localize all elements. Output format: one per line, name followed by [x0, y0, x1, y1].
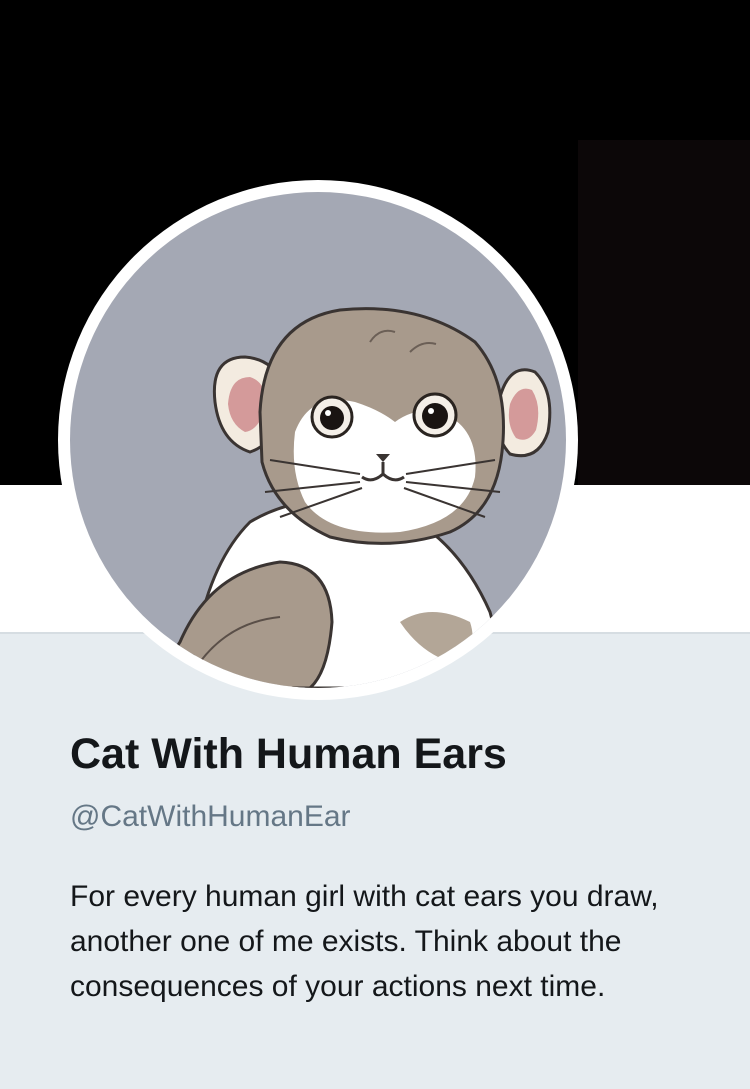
profile-bio: For every human girl with cat ears you d… — [70, 880, 659, 1003]
cat-avatar-icon — [163, 307, 552, 688]
avatar[interactable] — [70, 192, 566, 688]
avatar-ring[interactable] — [58, 180, 578, 700]
profile-display-name: Cat With Human Ears — [70, 730, 507, 778]
profile-handle[interactable]: @CatWithHumanEar — [70, 800, 351, 834]
banner-shadow — [578, 140, 750, 485]
